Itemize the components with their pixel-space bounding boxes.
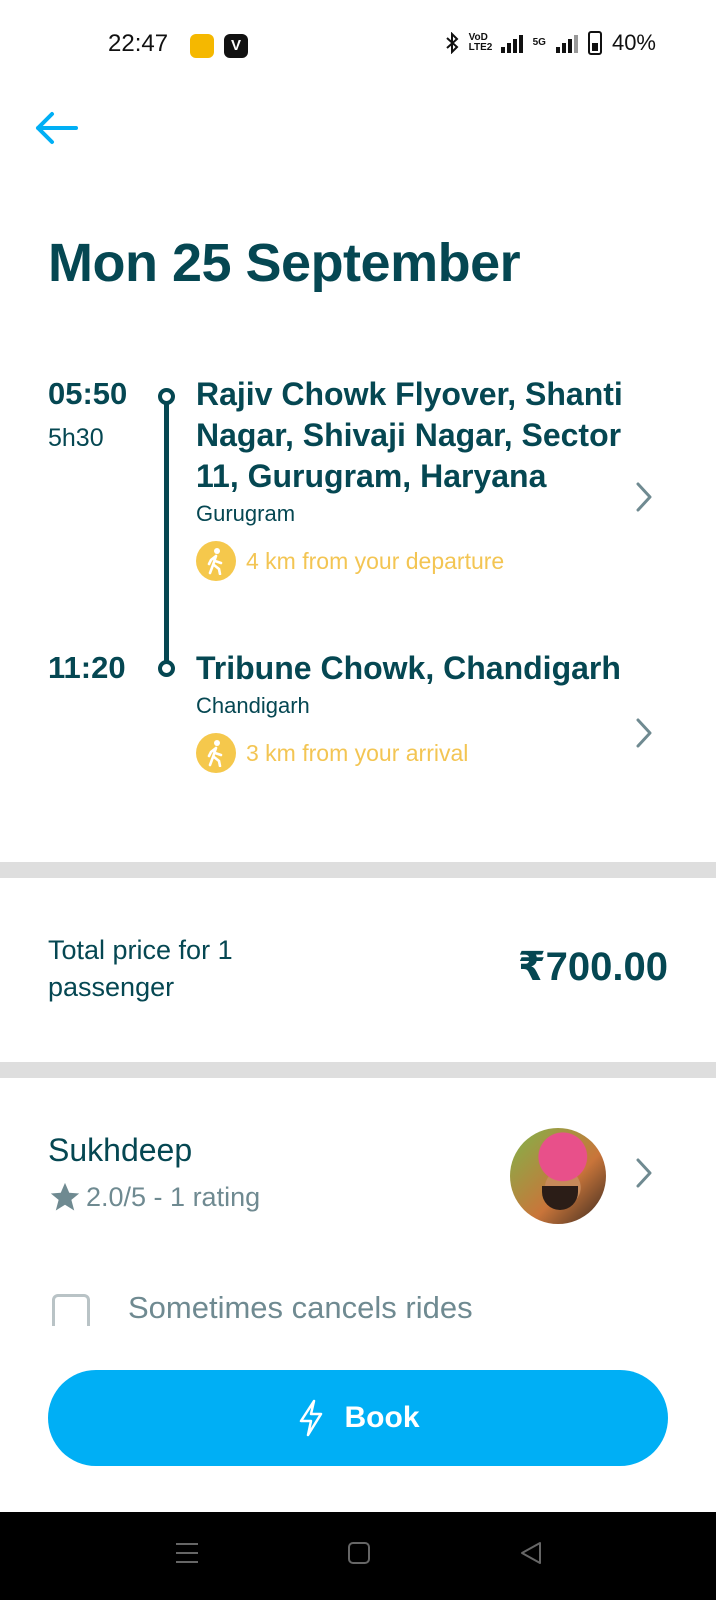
home-button[interactable] — [346, 1540, 372, 1571]
menu-icon — [176, 1543, 198, 1563]
home-square-icon — [348, 1542, 370, 1564]
arrival-city: Chandigarh — [196, 693, 310, 718]
walking-person-icon — [196, 733, 236, 773]
itinerary: 05:50 5h30 Rajiv Chowk Flyover, Shanti N… — [0, 376, 716, 830]
back-button[interactable] — [30, 108, 82, 148]
driver-name: Sukhdeep — [48, 1132, 193, 1168]
signal-icon — [500, 33, 523, 53]
price-label: Total price for 1 passenger — [48, 935, 233, 1002]
vpn-badge-icon: V — [224, 34, 248, 58]
star-icon — [50, 1182, 80, 1211]
battery-level: 40% — [611, 30, 656, 55]
book-label: Book — [344, 1401, 420, 1434]
trip-duration: 5h30 — [48, 424, 104, 452]
signal-5g-icon — [555, 33, 578, 53]
departure-walk-text: 4 km from your departure — [246, 547, 505, 574]
5g-label: 5G — [532, 37, 546, 48]
arrival-address: Tribune Chowk, Chandigarh — [196, 650, 621, 686]
book-button[interactable]: Book — [48, 1370, 668, 1466]
arrival-chevron-icon[interactable] — [632, 716, 656, 750]
volte-label: VoD LTE2 — [468, 32, 493, 53]
back-nav-button[interactable] — [518, 1540, 544, 1571]
arrival-stop[interactable]: Tribune Chowk, Chandigarh Chandigarh 3 k… — [196, 648, 626, 773]
section-divider — [0, 1062, 716, 1078]
arrival-walk-info: 3 km from your arrival — [196, 733, 626, 773]
battery-icon — [587, 31, 602, 55]
status-indicators: VoD LTE2 5G 40% — [445, 30, 656, 56]
price-value: ₹700.00 — [517, 945, 668, 989]
departure-dot — [158, 388, 175, 405]
avatar-beard — [542, 1186, 578, 1210]
departure-walk-info: 4 km from your departure — [196, 541, 626, 581]
lightning-icon — [299, 1399, 322, 1437]
departure-stop[interactable]: Rajiv Chowk Flyover, Shanti Nagar, Shiva… — [196, 374, 626, 581]
system-nav-bar — [0, 1512, 716, 1600]
rating-text: 2.0/5 - 1 rating — [86, 1181, 261, 1212]
recent-apps-button[interactable] — [174, 1540, 200, 1571]
triangle-back-icon — [521, 1542, 541, 1564]
cancel-warning-text: Sometimes cancels rides — [128, 1290, 473, 1325]
departure-address: Rajiv Chowk Flyover, Shanti Nagar, Shiva… — [196, 376, 623, 494]
calendar-cancel-icon — [52, 1294, 90, 1326]
driver-rating: 2.0/5 - 1 rating — [48, 1180, 260, 1214]
section-divider — [0, 862, 716, 878]
page-title: Mon 25 September — [48, 233, 521, 293]
arrival-dot — [158, 660, 175, 677]
status-bar: 22:47 V VoD LTE2 5G 40% — [0, 0, 716, 92]
arrival-time: 11:20 — [48, 650, 126, 685]
departure-city: Gurugram — [196, 501, 296, 526]
departure-time: 05:50 — [48, 376, 128, 411]
cancel-warning: Sometimes cancels rides — [0, 1290, 716, 1326]
notification-icon — [190, 34, 214, 58]
arrival-walk-text: 3 km from your arrival — [246, 739, 469, 766]
walking-person-icon — [196, 541, 236, 581]
driver-profile-row[interactable]: Sukhdeep 2.0/5 - 1 rating — [0, 1100, 716, 1230]
departure-chevron-icon[interactable] — [632, 480, 656, 514]
route-line — [164, 396, 169, 664]
arrow-left-icon — [36, 112, 78, 144]
status-time: 22:47 — [108, 30, 169, 57]
bluetooth-icon — [445, 32, 459, 54]
driver-avatar[interactable] — [510, 1128, 606, 1224]
driver-chevron-icon[interactable] — [632, 1156, 656, 1190]
